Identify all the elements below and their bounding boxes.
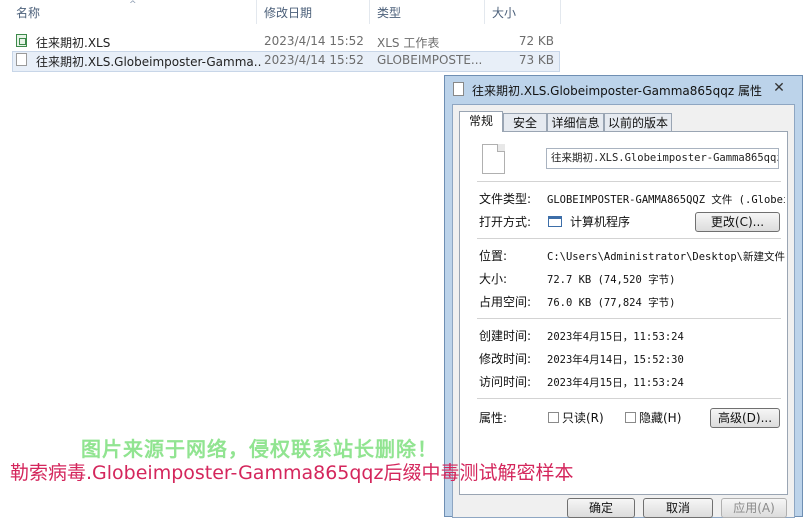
file-row-selected[interactable]: 往来期初.XLS.Globeimposter-Gamma... 2023/4/1… <box>12 51 560 72</box>
hidden-checkbox[interactable] <box>625 412 636 423</box>
dialog-client: 常规 安全 详细信息 以前的版本 往来期初.XLS.Globeimposter-… <box>452 104 795 518</box>
location-label: 位置: <box>479 249 508 263</box>
open-with-value: 计算机程序 <box>570 215 631 229</box>
file-type: GLOBEIMPOSTE... <box>377 53 483 67</box>
file-type: XLS 工作表 <box>377 36 440 50</box>
column-date[interactable]: 修改日期 <box>264 4 312 21</box>
apply-button[interactable]: 应用(A) <box>721 498 787 518</box>
disk-size-label: 占用空间: <box>479 295 532 309</box>
large-file-icon <box>482 144 505 174</box>
hidden-label[interactable]: 隐藏(H) <box>639 409 681 426</box>
tab-general[interactable]: 常规 <box>459 111 503 132</box>
created-label: 创建时间: <box>479 329 532 343</box>
column-size[interactable]: 大小 <box>492 4 516 21</box>
file-row[interactable]: 往来期初.XLS 2023/4/14 15:52 XLS 工作表 72 KB <box>12 32 558 51</box>
open-with-label: 打开方式: <box>479 215 532 229</box>
file-icon <box>453 82 464 96</box>
file-type-value: GLOBEIMPOSTER-GAMMA865QQZ 文件 (.Globeimp <box>547 194 785 206</box>
accessed-value: 2023年4月15日，11:53:24 <box>547 377 684 389</box>
file-date: 2023/4/14 15:52 <box>264 53 364 67</box>
file-name: 往来期初.XLS.Globeimposter-Gamma... <box>36 55 262 69</box>
file-size: 73 KB <box>518 53 554 67</box>
xls-file-icon <box>16 34 27 47</box>
tab-previous-versions[interactable]: 以前的版本 <box>604 113 672 131</box>
column-divider[interactable] <box>256 0 257 24</box>
watermark-caption: 勒索病毒.Globeimposter-Gamma865qqz后缀中毒测试解密样本 <box>10 462 574 484</box>
disk-size-value: 76.0 KB (77,824 字节) <box>547 297 676 309</box>
column-divider[interactable] <box>484 0 485 24</box>
column-name[interactable]: 名称 <box>16 4 40 21</box>
properties-dialog: 往来期初.XLS.Globeimposter-Gamma865qqz 属性 ✕ … <box>444 75 803 518</box>
column-divider[interactable] <box>369 0 370 24</box>
size-label: 大小: <box>479 272 508 286</box>
accessed-label: 访问时间: <box>479 375 532 389</box>
change-button[interactable]: 更改(C)... <box>695 212 780 232</box>
column-header: 名称 ^ 修改日期 类型 大小 <box>0 0 565 24</box>
divider <box>477 181 781 182</box>
dialog-title: 往来期初.XLS.Globeimposter-Gamma865qqz 属性 <box>472 84 763 98</box>
dialog-titlebar[interactable]: 往来期初.XLS.Globeimposter-Gamma865qqz 属性 ✕ <box>445 76 802 102</box>
created-value: 2023年4月15日，11:53:24 <box>547 331 684 343</box>
tab-details[interactable]: 详细信息 <box>547 113 604 131</box>
size-value: 72.7 KB (74,520 字节) <box>547 274 676 286</box>
blank-file-icon <box>16 53 27 66</box>
divider <box>477 238 781 239</box>
application-icon <box>548 216 562 227</box>
cancel-button[interactable]: 取消 <box>643 498 713 518</box>
readonly-label[interactable]: 只读(R) <box>562 409 604 426</box>
general-page: 往来期初.XLS.Globeimposter-Gamma865qqz 文件类型:… <box>459 131 788 495</box>
file-date: 2023/4/14 15:52 <box>264 34 364 48</box>
location-value: C:\Users\Administrator\Desktop\新建文件夹 <box>547 251 785 263</box>
modified-label: 修改时间: <box>479 352 532 366</box>
readonly-checkbox[interactable] <box>548 412 559 423</box>
file-size: 72 KB <box>518 34 554 48</box>
ok-button[interactable]: 确定 <box>567 498 635 518</box>
close-icon[interactable]: ✕ <box>770 79 788 97</box>
sort-arrow-icon: ^ <box>129 0 137 10</box>
tab-security[interactable]: 安全 <box>503 113 547 131</box>
column-divider[interactable] <box>560 0 561 24</box>
divider <box>477 398 781 399</box>
modified-value: 2023年4月14日，15:52:30 <box>547 354 684 366</box>
attributes-label: 属性: <box>479 411 508 425</box>
advanced-button[interactable]: 高级(D)... <box>710 408 780 428</box>
divider <box>477 318 781 319</box>
file-name: 往来期初.XLS <box>36 36 111 50</box>
filename-field[interactable]: 往来期初.XLS.Globeimposter-Gamma865qqz <box>546 148 779 169</box>
column-type[interactable]: 类型 <box>377 4 401 21</box>
file-type-label: 文件类型: <box>479 192 532 206</box>
